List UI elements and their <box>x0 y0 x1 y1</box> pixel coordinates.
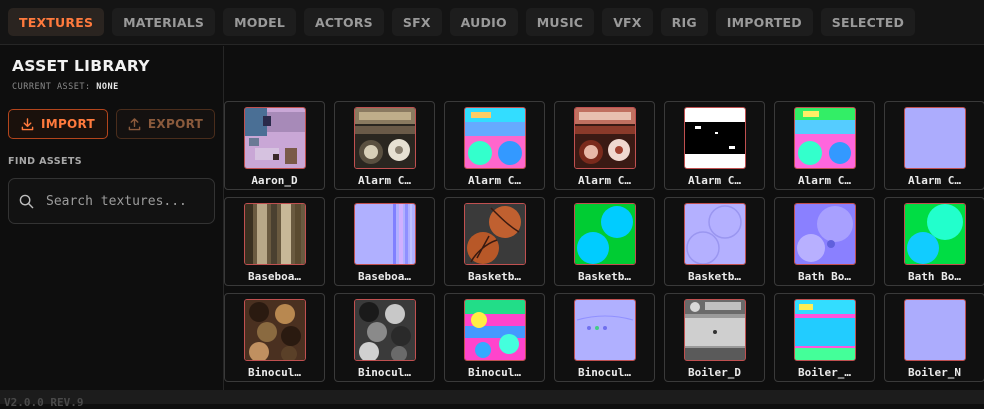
asset-card[interactable]: Baseboa… <box>334 197 435 286</box>
tab-music[interactable]: MUSIC <box>525 8 595 36</box>
download-icon <box>21 117 34 130</box>
asset-card[interactable]: Baseboa… <box>224 197 325 286</box>
asset-card[interactable]: Alarm C… <box>334 101 435 190</box>
export-label: EXPORT <box>147 117 204 131</box>
export-button[interactable]: EXPORT <box>116 109 215 139</box>
tab-audio[interactable]: AUDIO <box>449 8 518 36</box>
asset-thumbnail <box>354 107 416 169</box>
search-input[interactable] <box>44 192 208 210</box>
asset-label: Binocul… <box>358 366 411 379</box>
current-asset-value: NONE <box>96 82 119 92</box>
asset-label: Basketb… <box>578 270 631 283</box>
import-button[interactable]: IMPORT <box>8 109 108 139</box>
current-asset-label: CURRENT ASSET: <box>12 82 91 92</box>
asset-label: Binocul… <box>578 366 631 379</box>
asset-thumbnail <box>574 203 636 265</box>
upload-icon <box>128 117 141 130</box>
asset-thumbnail <box>354 203 416 265</box>
asset-thumbnail <box>794 203 856 265</box>
asset-label: Boiler_D <box>688 366 741 379</box>
page-title: ASSET LIBRARY <box>12 57 150 75</box>
search-box[interactable] <box>8 178 215 224</box>
tab-rig[interactable]: RIG <box>660 8 708 36</box>
asset-label: Baseboa… <box>248 270 301 283</box>
asset-card[interactable]: Basketb… <box>664 197 765 286</box>
asset-card[interactable]: Bath Bo… <box>884 197 984 286</box>
asset-thumbnail <box>464 107 526 169</box>
asset-card[interactable]: Alarm C… <box>664 101 765 190</box>
asset-label: Alarm C… <box>908 174 961 187</box>
asset-label: Basketb… <box>688 270 741 283</box>
asset-thumbnail <box>354 299 416 361</box>
tab-materials[interactable]: MATERIALS <box>112 8 216 36</box>
tab-model[interactable]: MODEL <box>223 8 297 36</box>
asset-label: Aaron_D <box>251 174 298 187</box>
asset-card[interactable]: Binocul… <box>554 293 655 382</box>
asset-thumbnail <box>684 203 746 265</box>
asset-label: Alarm C… <box>468 174 521 187</box>
asset-thumbnail <box>684 107 746 169</box>
asset-label: Bath Bo… <box>908 270 961 283</box>
asset-thumbnail <box>464 203 526 265</box>
asset-thumbnail <box>794 299 856 361</box>
tab-imported[interactable]: IMPORTED <box>715 8 813 36</box>
asset-card[interactable]: Boiler_… <box>774 293 875 382</box>
asset-thumbnail <box>574 299 636 361</box>
asset-thumbnail <box>904 107 966 169</box>
asset-label: Alarm C… <box>798 174 851 187</box>
asset-thumbnail <box>464 299 526 361</box>
asset-label: Bath Bo… <box>798 270 851 283</box>
asset-thumbnail <box>684 299 746 361</box>
asset-card[interactable]: Binocul… <box>444 293 545 382</box>
asset-card[interactable]: Alarm C… <box>774 101 875 190</box>
asset-card[interactable]: Basketb… <box>444 197 545 286</box>
tab-sfx[interactable]: SFX <box>391 8 442 36</box>
asset-card[interactable]: Alarm C… <box>554 101 655 190</box>
current-asset-indicator: CURRENT ASSET: NONE <box>12 82 119 92</box>
asset-thumbnail <box>574 107 636 169</box>
asset-card[interactable]: Binocul… <box>334 293 435 382</box>
asset-label: Binocul… <box>248 366 301 379</box>
asset-card[interactable]: Boiler_D <box>664 293 765 382</box>
asset-label: Alarm C… <box>358 174 411 187</box>
tab-selected[interactable]: SELECTED <box>820 8 916 36</box>
version-text: V2.0.0 REV.9 <box>4 396 84 409</box>
tab-vfx[interactable]: VFX <box>602 8 653 36</box>
tab-textures[interactable]: TEXTURES <box>8 8 105 36</box>
status-footer: V2.0.0 REV.9 <box>0 390 984 409</box>
asset-label: Alarm C… <box>688 174 741 187</box>
asset-label: Alarm C… <box>578 174 631 187</box>
asset-card[interactable]: Aaron_D <box>224 101 325 190</box>
category-tab-bar: TEXTURES MATERIALS MODEL ACTORS SFX AUDIO MUSI… <box>0 0 984 45</box>
asset-thumbnail <box>244 203 306 265</box>
asset-thumbnail <box>794 107 856 169</box>
asset-card[interactable]: Boiler_N <box>884 293 984 382</box>
asset-thumbnail <box>244 107 306 169</box>
asset-card[interactable]: Alarm C… <box>444 101 545 190</box>
asset-card[interactable]: Basketb… <box>554 197 655 286</box>
asset-thumbnail <box>904 203 966 265</box>
tab-actors[interactable]: ACTORS <box>304 8 384 36</box>
asset-thumbnail <box>244 299 306 361</box>
asset-label: Boiler_… <box>798 366 851 379</box>
asset-label: Binocul… <box>468 366 521 379</box>
search-icon <box>19 194 34 208</box>
asset-card[interactable]: Alarm C… <box>884 101 984 190</box>
import-label: IMPORT <box>40 117 96 131</box>
find-assets-label: FIND ASSETS <box>8 156 82 167</box>
asset-card[interactable]: Bath Bo… <box>774 197 875 286</box>
asset-label: Boiler_N <box>908 366 961 379</box>
asset-label: Baseboa… <box>358 270 411 283</box>
asset-card[interactable]: Binocul… <box>224 293 325 382</box>
asset-thumbnail <box>904 299 966 361</box>
asset-label: Basketb… <box>468 270 521 283</box>
